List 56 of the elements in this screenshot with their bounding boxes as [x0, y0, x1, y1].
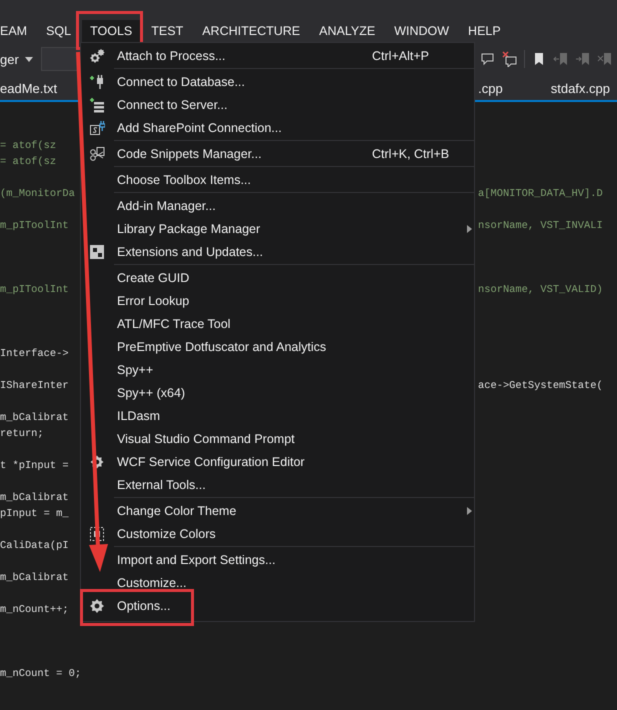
code-text: IShareInter — [0, 379, 70, 394]
menu-item[interactable]: Add SharePoint Connection... — [81, 116, 474, 139]
menu-item[interactable]: ANALYZE — [311, 20, 384, 42]
menu-item[interactable]: TEST — [143, 20, 192, 42]
menu-item[interactable]: Change Color Theme — [81, 499, 474, 522]
menu-item[interactable]: Customize... — [81, 571, 474, 594]
menu-item[interactable]: ILDasm — [81, 404, 474, 427]
code-text: return; — [0, 427, 45, 442]
document-tab[interactable]: stdafx.cpp — [550, 80, 610, 96]
code-text: Interface-> — [0, 347, 70, 362]
menu-item[interactable]: Choose Toolbox Items... — [81, 168, 474, 191]
menu-item[interactable]: PreEmptive Dotfuscator and Analytics — [81, 335, 474, 358]
menu-item[interactable]: Visual Studio Command Prompt — [81, 427, 474, 450]
code-text: m_pIToolInt — [0, 283, 70, 298]
menu-item[interactable]: Library Package Manager — [81, 217, 474, 240]
menu-item[interactable]: Extensions and Updates... — [81, 240, 474, 263]
menu-item[interactable]: Spy++ — [81, 358, 474, 381]
code-text: = atof(sz — [0, 139, 58, 154]
code-text: m_bCalibrat — [0, 491, 70, 506]
document-tab[interactable]: .cpp — [478, 80, 503, 96]
code-text: a[MONITOR_DATA_HV].D — [478, 187, 604, 202]
menu-item[interactable]: ATL/MFC Trace Tool — [81, 312, 474, 335]
code-text: m_nCount++; — [0, 603, 70, 618]
code-text: m_bCalibrat — [0, 411, 70, 426]
document-tab[interactable]: eadMe.txt — [0, 80, 58, 96]
menu-item[interactable]: WINDOW — [386, 20, 458, 42]
menu-item[interactable]: EAM — [0, 20, 36, 42]
menu-item[interactable]: Code Snippets Manager... Ctrl+K, Ctrl+B — [81, 142, 474, 165]
configuration-dropdown[interactable]: ger — [0, 52, 33, 66]
menu-item[interactable]: TOOLS — [82, 20, 140, 42]
code-text: m_nCount = 0; — [0, 667, 80, 682]
menu-item[interactable]: Create GUID — [81, 266, 474, 289]
menu-item[interactable]: SQL — [38, 20, 80, 42]
menu-item[interactable]: External Tools... — [81, 473, 474, 496]
code-text: t *pInput = — [0, 459, 70, 474]
menu-item[interactable]: Import and Export Settings... — [81, 548, 474, 571]
menu-item[interactable]: HELP — [460, 20, 509, 42]
code-text: m_pIToolInt — [0, 219, 70, 234]
menu-item[interactable]: Attach to Process... Ctrl+Alt+P — [81, 44, 474, 67]
code-text: nsorName, VST_VALID) — [478, 283, 604, 298]
code-text: ace->GetSystemState( — [478, 379, 604, 394]
menu-item[interactable]: Connect to Server... — [81, 93, 474, 116]
menu-item[interactable]: Customize Colors — [81, 522, 474, 545]
menu-item[interactable]: Options... — [81, 594, 474, 617]
menu-item[interactable]: WCF Service Configuration Editor — [81, 450, 474, 473]
menu-item[interactable]: ARCHITECTURE — [194, 20, 308, 42]
code-text: m_bCalibrat — [0, 571, 70, 586]
menu-item[interactable]: Error Lookup — [81, 289, 474, 312]
code-text: nsorName, VST_INVALI — [478, 219, 604, 234]
menu-item[interactable]: Add-in Manager... — [81, 194, 474, 217]
code-text: = atof(sz — [0, 155, 58, 170]
menu-item[interactable]: Spy++ (x64) — [81, 381, 474, 404]
code-text: pInput = m_ — [0, 507, 70, 522]
code-text: (m_MonitorDa — [0, 187, 76, 202]
menu-item[interactable]: Connect to Database... — [81, 70, 474, 93]
code-text: CaliData(pI — [0, 539, 70, 554]
